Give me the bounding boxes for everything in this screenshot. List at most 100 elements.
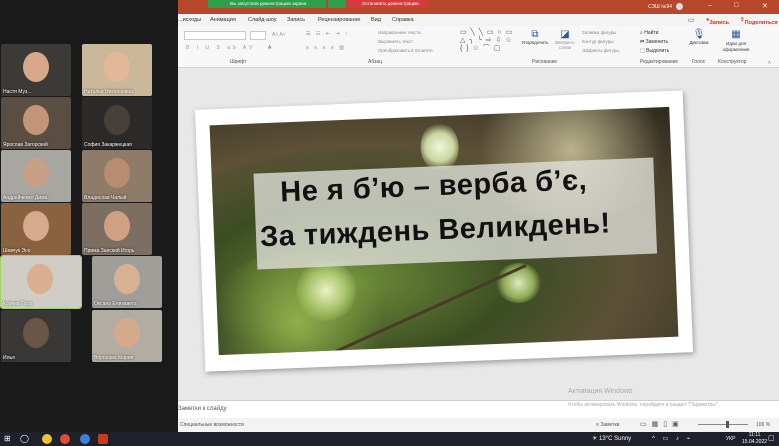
list-icons[interactable]: ☰ ☷ ⇤ ⇥ ↕ (306, 31, 349, 37)
font-name-box[interactable] (184, 31, 246, 40)
smartart-button[interactable]: Преобразовать в SmartArt (378, 48, 433, 53)
shapes-gallery[interactable]: ▭ ╲ ╲ ▭ ○ ▭ △ ╮ ╰ ⇨ ⇩ ☆{ } ☆ ⌒ ▢ (460, 29, 516, 55)
replace-button[interactable]: ⇄ Заменить (640, 39, 668, 45)
clock[interactable]: 11:11 15.04.2022 (742, 432, 767, 446)
willow-photo: Не я б’ю – верба б’є, За тиждень Великде… (209, 106, 679, 356)
quick-styles-label: Экспресс-стили (554, 40, 576, 50)
tab-transitions[interactable]: ...исходы (178, 17, 201, 23)
font-size-box[interactable] (250, 31, 266, 40)
participant-tile[interactable]: Прима Занский Игорь (82, 203, 152, 255)
participant-video (23, 318, 49, 348)
participant-tile[interactable]: Воронова Мария (92, 310, 162, 362)
tray-icons[interactable]: ^ ▭ ♪ ⌁ (652, 435, 693, 442)
zoom-icon[interactable] (80, 434, 90, 444)
close-icon[interactable]: ✕ (762, 2, 768, 10)
group-paragraph-label: Абзац (368, 59, 383, 65)
activate-subtitle: Чтобы активировать Windows, перейдите в … (568, 402, 720, 408)
participant-tile[interactable]: Оксана Елизавета (92, 256, 162, 308)
account-name[interactable]: СЭШ №94 (648, 4, 672, 10)
participant-tile[interactable]: Настя Муз... (1, 44, 71, 96)
font-format-icons[interactable]: B I U S ab AV (186, 45, 255, 51)
zoom-slider[interactable] (698, 424, 748, 425)
participant-tile[interactable]: Владислав Чалый (82, 150, 152, 202)
designer-label: Идеи для оформления (722, 41, 750, 52)
activate-title: Активация Windows (568, 388, 633, 395)
shape-fill-button[interactable]: Заливка фигуры (582, 30, 616, 35)
accessibility-status[interactable]: Специальные возможности (180, 422, 244, 428)
tab-view[interactable]: Вид (371, 17, 381, 23)
participant-video (104, 158, 130, 188)
participant-tile[interactable]: Андрейченко Дима (1, 150, 71, 202)
slide-canvas[interactable]: Не я б’ю – верба б’є, За тиждень Великде… (194, 90, 694, 372)
language-indicator[interactable]: УКР (726, 436, 735, 442)
shape-outline-button[interactable]: Контур фигуры (582, 39, 613, 44)
font-color-icon[interactable]: A (268, 45, 271, 51)
participant-name: Ярослав Загорский (3, 142, 48, 148)
participant-tile-active[interactable]: Корнев Гера (0, 255, 82, 309)
group-font-label: Шрифт (230, 59, 247, 65)
search-icon[interactable]: ◯ (20, 434, 29, 443)
clock-time: 11:11 (748, 432, 761, 438)
participant-name: Настя Муз... (3, 89, 32, 95)
dictate-button[interactable]: 🎙 Диктовка (686, 29, 712, 55)
find-button[interactable]: ⌕ Найти (640, 30, 658, 36)
text-direction-button[interactable]: Направление текста (378, 30, 421, 35)
replace-label: Заменить (645, 39, 669, 45)
select-button[interactable]: ⬚ Выделить (640, 48, 669, 54)
quick-styles-button[interactable]: ◪ Экспресс-стили (552, 29, 578, 55)
participant-tile[interactable]: Ярослав Загорский (1, 97, 71, 149)
microphone-icon: 🎙 (692, 29, 706, 40)
participant-tile[interactable]: Шевчук Эсо (1, 203, 71, 255)
minimize-icon[interactable]: – (708, 2, 712, 9)
tab-record[interactable]: Запись (287, 17, 305, 23)
shape-effects-button[interactable]: Эффекты фигуры (582, 48, 620, 53)
windows-start-icon[interactable]: ⊞ (4, 434, 11, 443)
title-bar: Вы запустили демонстрацию экрана Останов… (178, 0, 779, 14)
file-explorer-icon[interactable] (42, 434, 52, 444)
share-status-text: Вы запустили демонстрацию экрана (230, 1, 307, 6)
zoom-slider-thumb[interactable] (726, 421, 729, 428)
participant-tile[interactable]: София Закаржецкая (82, 97, 152, 149)
tab-review[interactable]: Рецензирование (318, 17, 360, 23)
notification-icon[interactable]: ▢ (768, 434, 775, 442)
zoom-level[interactable]: 106 % (756, 422, 770, 428)
participant-name: Наталья Николаевна (84, 89, 133, 95)
align-icons[interactable]: ≡ ≡ ≡ ≡ ▥ (306, 45, 346, 51)
view-buttons[interactable]: ▭▦▯▣ (640, 420, 684, 428)
tab-slideshow[interactable]: Слайд-шоу (248, 17, 277, 23)
avatar[interactable] (676, 3, 683, 10)
font-grow-icon[interactable]: A˄ A˅ (272, 32, 286, 38)
designer-button[interactable]: ▦ Идеи для оформления (718, 29, 754, 57)
participant-name: Оксана Елизавета (94, 301, 137, 307)
participant-video (104, 105, 130, 135)
powerpoint-window: Вы запустили демонстрацию экрана Останов… (178, 0, 779, 432)
share-button[interactable]: ⇪ Поделиться (740, 17, 778, 26)
participant-tile[interactable]: Наталья Николаевна (82, 44, 152, 96)
participant-name: Андрейченко Дима (3, 195, 48, 201)
pause-share-button[interactable] (328, 0, 346, 8)
participant-video (27, 264, 53, 294)
comments-icon[interactable]: ▭ (688, 16, 695, 24)
find-label: Найти (644, 30, 659, 36)
participant-name: Воронова Мария (94, 355, 134, 361)
record-button[interactable]: ● Запись (706, 17, 729, 26)
participant-tile[interactable]: Илья (1, 310, 71, 362)
participant-video (23, 105, 49, 135)
stop-share-button[interactable]: Остановить демонстрацию (348, 0, 428, 8)
tab-animation[interactable]: Анимация (210, 17, 236, 23)
powerpoint-icon[interactable] (98, 434, 108, 444)
participant-video (114, 264, 140, 294)
clock-date: 15.04.2022 (742, 439, 768, 445)
participant-video (23, 211, 49, 241)
chrome-icon[interactable] (60, 434, 70, 444)
notes-pane[interactable]: Чтобы активировать Windows, перейдите в … (178, 400, 779, 418)
collapse-ribbon-icon[interactable]: ˄ (768, 60, 771, 66)
arrange-button[interactable]: ⧉ Упорядочить (520, 29, 550, 55)
align-text-button[interactable]: Выровнять текст (378, 39, 413, 44)
maximize-icon[interactable]: □ (734, 2, 738, 9)
tab-help[interactable]: Справка (392, 17, 414, 23)
notes-toggle[interactable]: ≡ Заметки (596, 422, 619, 428)
weather-widget[interactable]: ☀ 13°C Sunny (592, 435, 631, 442)
participant-name: Илья (3, 355, 15, 361)
participant-video (23, 52, 49, 82)
